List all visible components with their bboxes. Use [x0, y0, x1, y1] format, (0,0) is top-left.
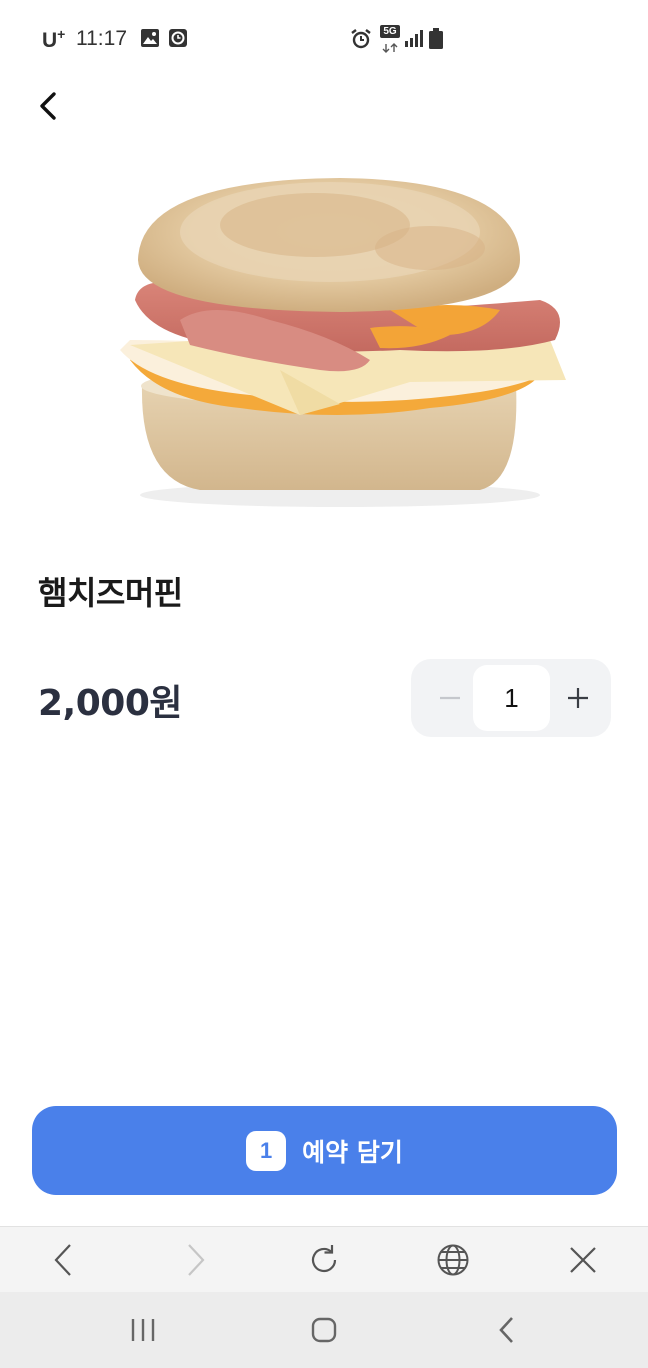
- reload-icon: [311, 1245, 337, 1273]
- battery-icon: [429, 28, 443, 49]
- increase-quantity-button[interactable]: [553, 673, 603, 723]
- product-name: 햄치즈머핀: [38, 574, 183, 612]
- close-icon: [570, 1247, 596, 1273]
- close-tab-button[interactable]: [553, 1227, 613, 1293]
- minus-icon: [440, 696, 460, 700]
- signal-icon: [405, 30, 423, 47]
- ham-cheese-muffin-photo: [120, 178, 566, 507]
- system-back-icon: [499, 1317, 513, 1343]
- add-to-reservation-button[interactable]: 1 예약 담기: [32, 1106, 617, 1195]
- clock-app-icon: [169, 29, 187, 47]
- add-to-reservation-label: 예약 담기: [302, 1137, 403, 1167]
- system-back-button[interactable]: [476, 1300, 536, 1360]
- browser-forward-icon: [188, 1244, 205, 1276]
- recent-apps-icon: [131, 1319, 155, 1341]
- carrier-label: U+: [42, 26, 66, 52]
- home-icon: [311, 1317, 337, 1343]
- reload-button[interactable]: [294, 1227, 354, 1293]
- browser-back-button[interactable]: [33, 1227, 93, 1293]
- chevron-left-icon: [40, 92, 56, 120]
- recent-apps-button[interactable]: [113, 1300, 173, 1360]
- alarm-icon: [351, 29, 371, 49]
- image-icon: [141, 29, 159, 47]
- cart-count-badge: 1: [246, 1130, 287, 1171]
- system-nav-bar: [0, 1292, 648, 1368]
- browser-back-icon: [54, 1244, 71, 1276]
- 5g-data-icon: 5G: [380, 25, 400, 53]
- home-button[interactable]: [294, 1300, 354, 1360]
- browser-forward-button[interactable]: [166, 1227, 226, 1293]
- quantity-stepper: 1: [411, 659, 611, 737]
- plus-icon: [568, 688, 588, 708]
- back-button[interactable]: [28, 86, 68, 126]
- globe-button[interactable]: [423, 1227, 483, 1293]
- quantity-value: 1: [473, 665, 550, 731]
- product-price: 2,000원: [38, 683, 183, 724]
- status-bar: U+ 11:17 5G: [0, 0, 648, 80]
- decrease-quantity-button[interactable]: [425, 673, 475, 723]
- browser-toolbar: [0, 1226, 648, 1292]
- globe-icon: [437, 1244, 469, 1276]
- status-time: 11:17: [76, 27, 127, 50]
